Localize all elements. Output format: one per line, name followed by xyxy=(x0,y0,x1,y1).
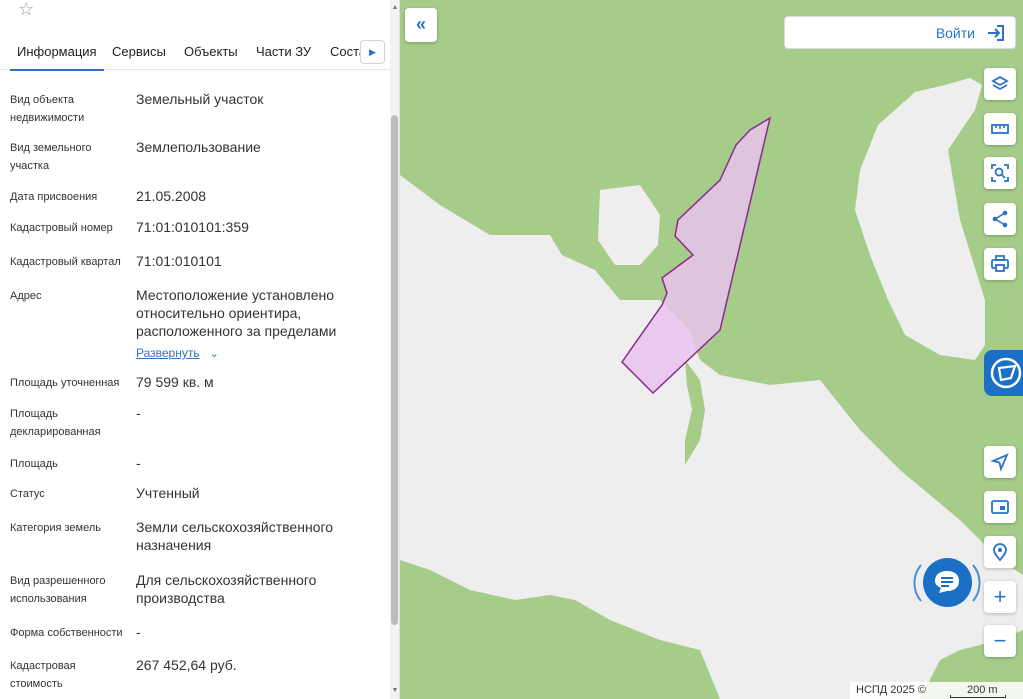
zoom-out-button[interactable]: − xyxy=(984,625,1016,657)
scroll-up-arrow-icon[interactable]: ▲ xyxy=(391,4,399,12)
double-chevron-left-icon[interactable]: « xyxy=(405,8,437,42)
row-value: Для сельскохозяйственного производства xyxy=(136,572,317,606)
share-button[interactable] xyxy=(984,203,1016,235)
layers-icon xyxy=(991,75,1009,91)
row-value: Земли сельскохозяйственного назначения xyxy=(136,519,334,553)
tab-information[interactable]: Информация xyxy=(10,44,104,71)
minimap-icon xyxy=(991,500,1009,514)
row-value: Земельный участок xyxy=(136,91,264,107)
chevron-right-icon[interactable]: ▶ xyxy=(360,40,385,64)
login-button[interactable]: Войти xyxy=(784,16,1016,49)
scroll-down-arrow-icon[interactable]: ▼ xyxy=(391,687,399,695)
ruler-button[interactable] xyxy=(984,113,1016,145)
minimap-button[interactable] xyxy=(984,491,1016,523)
row-label: Вид объекта недвижимости xyxy=(10,94,85,124)
row-label: Площадь уточненная xyxy=(10,377,120,389)
expand-label[interactable]: Развернуть xyxy=(136,346,200,360)
row-value: 21.05.2008 xyxy=(136,188,207,204)
chat-icon xyxy=(935,571,959,593)
info-panel: ☆ Информация Сервисы Объекты Части ЗУ Со… xyxy=(0,0,400,699)
star-icon[interactable]: ☆ xyxy=(18,0,34,18)
chat-widget[interactable] xyxy=(913,555,981,611)
row-value: 267 452,64 руб. xyxy=(136,657,237,673)
row-value: 79 599 кв. м xyxy=(136,374,214,390)
row-value: Местоположение установлено относительно … xyxy=(136,287,337,339)
tab-bar: Информация Сервисы Объекты Части ЗУ Сост… xyxy=(0,36,390,71)
row-label: Категория земель xyxy=(10,522,101,534)
locate-icon xyxy=(990,453,1009,472)
row-value: Учтенный xyxy=(136,485,200,501)
zoom-in-button[interactable]: + xyxy=(984,581,1016,613)
chevron-down-icon[interactable]: ⌄ xyxy=(210,345,219,363)
print-button[interactable] xyxy=(984,248,1016,280)
attribution-text: НСПД 2025 © xyxy=(856,684,926,696)
row-label: Кадастровый квартал xyxy=(10,256,121,268)
map-view[interactable]: « Войти + − НСПД 2025 © 200 m xyxy=(400,0,1023,699)
locate-button[interactable] xyxy=(984,446,1016,478)
login-label[interactable]: Войти xyxy=(936,25,975,41)
row-label: Адрес xyxy=(10,290,42,302)
share-icon xyxy=(992,210,1008,228)
row-value: - xyxy=(136,405,141,421)
row-label: Статус xyxy=(10,488,45,500)
chat-button[interactable] xyxy=(923,558,972,607)
tab-parcel-parts[interactable]: Части ЗУ xyxy=(256,44,311,59)
map-attribution: НСПД 2025 © 200 m xyxy=(850,682,1023,699)
row-label: Кадастровый номер xyxy=(10,222,113,234)
side-panel-tab[interactable] xyxy=(984,350,1023,396)
area-select-icon xyxy=(991,164,1009,182)
row-label: Вид разрешенного использования xyxy=(10,575,106,605)
panel-logo-icon xyxy=(990,357,1022,389)
row-label: Форма собственности xyxy=(10,627,123,639)
row-label: Дата присвоения xyxy=(10,191,98,203)
location-pin-button[interactable] xyxy=(984,536,1016,568)
row-label: Площадь декларированная xyxy=(10,408,101,438)
layers-button[interactable] xyxy=(984,68,1016,100)
login-arrow-icon xyxy=(988,25,1004,41)
row-label: Вид земельного участка xyxy=(10,142,92,172)
tab-objects[interactable]: Объекты xyxy=(184,44,238,59)
panel-scrollbar[interactable]: ▲ ▼ xyxy=(390,0,399,699)
row-value: - xyxy=(136,624,141,640)
row-value: Землепользование xyxy=(136,139,261,155)
area-select-button[interactable] xyxy=(984,157,1016,189)
row-label: Кадастровая стоимость xyxy=(10,660,76,690)
row-label: Площадь xyxy=(10,458,58,470)
row-value[interactable]: 71:01:010101:359 xyxy=(136,218,376,236)
tab-services[interactable]: Сервисы xyxy=(112,44,166,59)
row-value[interactable]: 71:01:010101 xyxy=(136,252,376,270)
expand-link[interactable]: Развернуть ⌄ xyxy=(136,343,376,363)
scale-bar xyxy=(950,695,1006,698)
scroll-thumb[interactable] xyxy=(391,115,398,625)
location-pin-icon xyxy=(993,543,1007,562)
row-value: - xyxy=(136,455,141,471)
ruler-icon xyxy=(991,124,1009,134)
print-icon xyxy=(991,255,1009,272)
